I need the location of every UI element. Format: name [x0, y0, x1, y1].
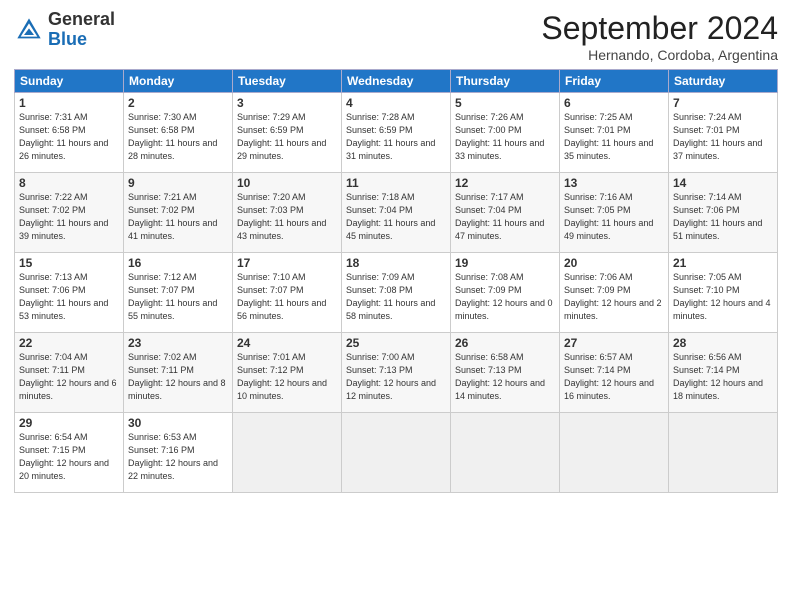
calendar-week-5: 29Sunrise: 6:54 AM Sunset: 7:15 PM Dayli… [15, 413, 778, 493]
month-title: September 2024 [541, 10, 778, 47]
col-sunday: Sunday [15, 70, 124, 93]
table-row: 26Sunrise: 6:58 AM Sunset: 7:13 PM Dayli… [451, 333, 560, 413]
table-row: 25Sunrise: 7:00 AM Sunset: 7:13 PM Dayli… [342, 333, 451, 413]
table-row: 5Sunrise: 7:26 AM Sunset: 7:00 PM Daylig… [451, 93, 560, 173]
table-row: 13Sunrise: 7:16 AM Sunset: 7:05 PM Dayli… [560, 173, 669, 253]
col-saturday: Saturday [669, 70, 778, 93]
title-block: September 2024 Hernando, Cordoba, Argent… [541, 10, 778, 63]
table-row: 28Sunrise: 6:56 AM Sunset: 7:14 PM Dayli… [669, 333, 778, 413]
table-row: 23Sunrise: 7:02 AM Sunset: 7:11 PM Dayli… [124, 333, 233, 413]
calendar-table: Sunday Monday Tuesday Wednesday Thursday… [14, 69, 778, 493]
location-subtitle: Hernando, Cordoba, Argentina [541, 47, 778, 63]
calendar-week-3: 15Sunrise: 7:13 AM Sunset: 7:06 PM Dayli… [15, 253, 778, 333]
col-monday: Monday [124, 70, 233, 93]
table-row: 20Sunrise: 7:06 AM Sunset: 7:09 PM Dayli… [560, 253, 669, 333]
table-row: 10Sunrise: 7:20 AM Sunset: 7:03 PM Dayli… [233, 173, 342, 253]
table-row: 21Sunrise: 7:05 AM Sunset: 7:10 PM Dayli… [669, 253, 778, 333]
table-row: 22Sunrise: 7:04 AM Sunset: 7:11 PM Dayli… [15, 333, 124, 413]
table-row [451, 413, 560, 493]
table-row [233, 413, 342, 493]
table-row: 9Sunrise: 7:21 AM Sunset: 7:02 PM Daylig… [124, 173, 233, 253]
table-row: 16Sunrise: 7:12 AM Sunset: 7:07 PM Dayli… [124, 253, 233, 333]
logo-icon [14, 15, 44, 45]
table-row: 24Sunrise: 7:01 AM Sunset: 7:12 PM Dayli… [233, 333, 342, 413]
table-row [560, 413, 669, 493]
calendar-week-1: 1Sunrise: 7:31 AM Sunset: 6:58 PM Daylig… [15, 93, 778, 173]
col-tuesday: Tuesday [233, 70, 342, 93]
page: General Blue September 2024 Hernando, Co… [0, 0, 792, 612]
calendar-header-row: Sunday Monday Tuesday Wednesday Thursday… [15, 70, 778, 93]
table-row: 29Sunrise: 6:54 AM Sunset: 7:15 PM Dayli… [15, 413, 124, 493]
table-row: 7Sunrise: 7:24 AM Sunset: 7:01 PM Daylig… [669, 93, 778, 173]
table-row [669, 413, 778, 493]
header: General Blue September 2024 Hernando, Co… [14, 10, 778, 63]
table-row: 1Sunrise: 7:31 AM Sunset: 6:58 PM Daylig… [15, 93, 124, 173]
calendar-week-2: 8Sunrise: 7:22 AM Sunset: 7:02 PM Daylig… [15, 173, 778, 253]
table-row: 12Sunrise: 7:17 AM Sunset: 7:04 PM Dayli… [451, 173, 560, 253]
logo-text: General Blue [48, 10, 115, 50]
table-row: 19Sunrise: 7:08 AM Sunset: 7:09 PM Dayli… [451, 253, 560, 333]
table-row: 11Sunrise: 7:18 AM Sunset: 7:04 PM Dayli… [342, 173, 451, 253]
table-row: 4Sunrise: 7:28 AM Sunset: 6:59 PM Daylig… [342, 93, 451, 173]
table-row: 3Sunrise: 7:29 AM Sunset: 6:59 PM Daylig… [233, 93, 342, 173]
table-row: 17Sunrise: 7:10 AM Sunset: 7:07 PM Dayli… [233, 253, 342, 333]
table-row: 14Sunrise: 7:14 AM Sunset: 7:06 PM Dayli… [669, 173, 778, 253]
table-row: 18Sunrise: 7:09 AM Sunset: 7:08 PM Dayli… [342, 253, 451, 333]
table-row: 6Sunrise: 7:25 AM Sunset: 7:01 PM Daylig… [560, 93, 669, 173]
col-thursday: Thursday [451, 70, 560, 93]
table-row: 8Sunrise: 7:22 AM Sunset: 7:02 PM Daylig… [15, 173, 124, 253]
table-row [342, 413, 451, 493]
table-row: 2Sunrise: 7:30 AM Sunset: 6:58 PM Daylig… [124, 93, 233, 173]
table-row: 30Sunrise: 6:53 AM Sunset: 7:16 PM Dayli… [124, 413, 233, 493]
table-row: 27Sunrise: 6:57 AM Sunset: 7:14 PM Dayli… [560, 333, 669, 413]
col-friday: Friday [560, 70, 669, 93]
logo: General Blue [14, 10, 115, 50]
col-wednesday: Wednesday [342, 70, 451, 93]
table-row: 15Sunrise: 7:13 AM Sunset: 7:06 PM Dayli… [15, 253, 124, 333]
calendar-week-4: 22Sunrise: 7:04 AM Sunset: 7:11 PM Dayli… [15, 333, 778, 413]
